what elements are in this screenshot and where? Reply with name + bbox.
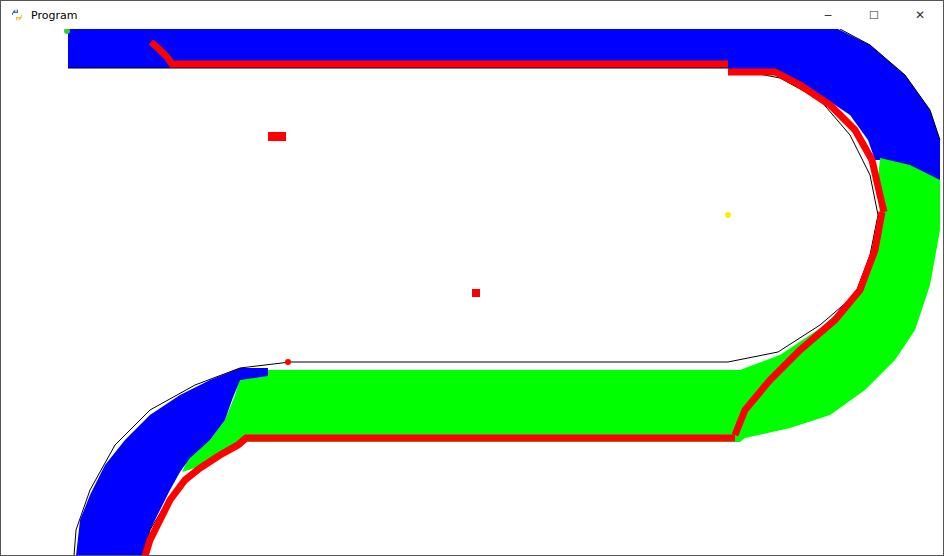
title-bar: Program ─☐✕ — [1, 1, 943, 29]
dot — [725, 212, 731, 218]
red-cell-path — [151, 42, 728, 64]
game-canvas — [1, 29, 943, 555]
window-control-button[interactable]: ─ — [805, 1, 851, 29]
dot — [285, 359, 291, 365]
red-cell-path — [728, 72, 884, 212]
window-control-button[interactable]: ✕ — [897, 1, 943, 29]
track-line — [840, 29, 940, 140]
scene — [1, 29, 943, 555]
block — [268, 132, 286, 141]
track-line — [68, 68, 878, 555]
cell-region — [76, 368, 268, 555]
track-line — [142, 437, 246, 555]
block — [472, 289, 480, 297]
dot — [64, 29, 70, 34]
window-control-button[interactable]: ☐ — [851, 1, 897, 29]
red-cell-path — [145, 438, 735, 555]
window-controls: ─☐✕ — [805, 1, 943, 29]
window-title: Program — [31, 9, 799, 22]
python-snake-icon — [9, 7, 25, 23]
red-cell-path — [735, 212, 882, 435]
cell-region — [182, 158, 940, 472]
window: Program ─☐✕ — [0, 0, 944, 556]
cell-region — [68, 29, 940, 185]
